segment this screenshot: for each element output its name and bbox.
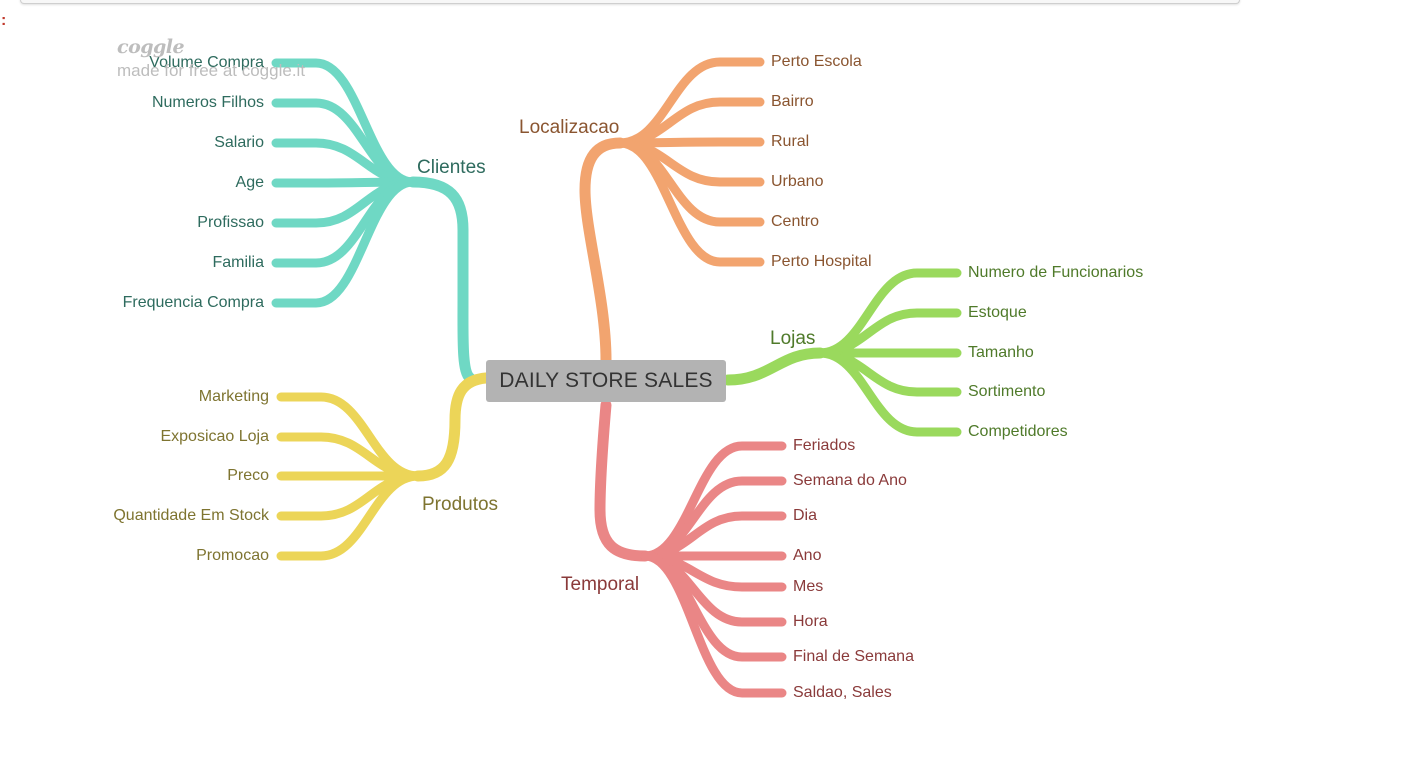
leaf-node-localizacao-1[interactable]: Bairro	[771, 93, 814, 110]
leaf-node-temporal-5[interactable]: Hora	[793, 613, 828, 630]
leaf-edge-clientes-2	[271, 138, 418, 187]
leaf-node-produtos-1[interactable]: Exposicao Loja	[160, 428, 269, 445]
leaf-edge-lojas-1	[815, 308, 962, 358]
leaf-node-lojas-3[interactable]: Sortimento	[968, 383, 1045, 400]
leaf-node-temporal-2[interactable]: Dia	[793, 507, 817, 524]
leaf-node-temporal-7[interactable]: Saldao, Sales	[793, 684, 892, 701]
leaf-node-lojas-4[interactable]: Competidores	[968, 423, 1068, 440]
leaf-node-produtos-4[interactable]: Promocao	[196, 547, 269, 564]
branch-edge-lojas	[722, 347, 826, 386]
coggle-logo: coggle	[117, 36, 185, 58]
leaf-node-clientes-5[interactable]: Familia	[212, 254, 264, 271]
leaf-node-localizacao-0[interactable]: Perto Escola	[771, 53, 862, 70]
leaf-node-lojas-2[interactable]: Tamanho	[968, 344, 1034, 361]
leaf-node-produtos-2[interactable]: Preco	[227, 467, 269, 484]
central-topic-label: DAILY STORE SALES	[499, 369, 713, 392]
branch-edge-localizacao	[579, 137, 626, 366]
central-topic-node[interactable]: DAILY STORE SALES	[486, 360, 726, 402]
leaf-node-clientes-3[interactable]: Age	[236, 174, 265, 191]
leaf-node-clientes-6[interactable]: Frequencia Compra	[123, 294, 265, 311]
branch-node-temporal[interactable]: Temporal	[561, 574, 639, 595]
leaf-node-clientes-1[interactable]: Numeros Filhos	[152, 94, 264, 111]
branch-edge-clientes	[407, 176, 476, 384]
leaf-edge-temporal-2	[640, 511, 787, 561]
branch-edge-produtos	[412, 372, 492, 482]
branch-edge-temporal	[594, 399, 651, 562]
leaf-node-produtos-3[interactable]: Quantidade Em Stock	[113, 507, 270, 524]
leaf-node-temporal-1[interactable]: Semana do Ano	[793, 472, 907, 489]
leaf-node-temporal-4[interactable]: Mes	[793, 578, 823, 595]
branch-node-lojas[interactable]: Lojas	[770, 328, 815, 349]
branch-node-localizacao[interactable]: Localizacao	[519, 117, 619, 138]
leaf-edge-temporal-0	[640, 441, 787, 561]
branch-node-produtos[interactable]: Produtos	[422, 494, 498, 515]
leaf-node-localizacao-2[interactable]: Rural	[771, 133, 809, 150]
leaf-node-clientes-4[interactable]: Profissao	[197, 214, 264, 231]
leaf-node-lojas-0[interactable]: Numero de Funcionarios	[968, 264, 1143, 281]
leaf-node-localizacao-4[interactable]: Centro	[771, 213, 819, 230]
leaf-node-localizacao-5[interactable]: Perto Hospital	[771, 253, 872, 270]
coggle-watermark: coggle made for free at coggle.it	[117, 36, 305, 81]
leaf-node-temporal-6[interactable]: Final de Semana	[793, 648, 914, 665]
leaf-node-temporal-3[interactable]: Ano	[793, 547, 822, 564]
branch-node-clientes[interactable]: Clientes	[417, 157, 486, 178]
leaf-node-localizacao-3[interactable]: Urbano	[771, 173, 824, 190]
leaf-edge-localizacao-1	[615, 97, 765, 148]
leaf-node-produtos-0[interactable]: Marketing	[199, 388, 269, 405]
leaf-node-clientes-2[interactable]: Salario	[214, 134, 264, 151]
leaf-node-temporal-0[interactable]: Feriados	[793, 437, 855, 454]
coggle-watermark-text: made for free at coggle.it	[117, 61, 306, 80]
leaf-node-lojas-1[interactable]: Estoque	[968, 304, 1027, 321]
leaf-edge-produtos-1	[276, 432, 423, 481]
